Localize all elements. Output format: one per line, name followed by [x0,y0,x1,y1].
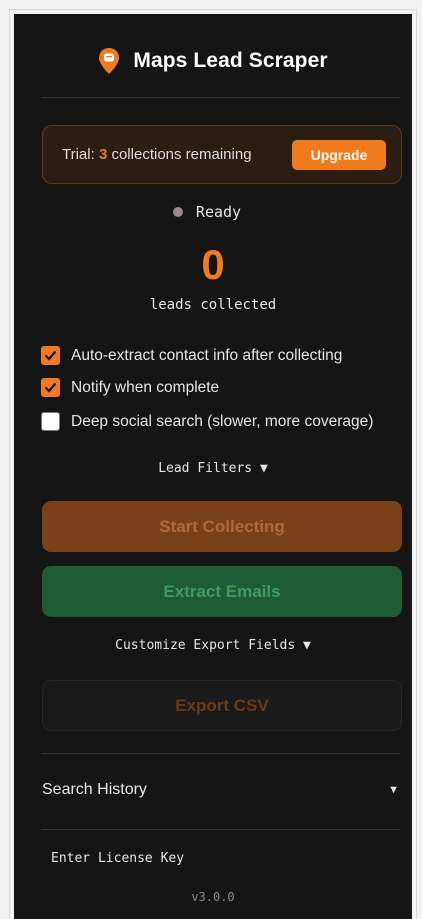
customize-export-fields-toggle[interactable]: Customize Export Fields ▼ [14,638,412,653]
option-auto-extract[interactable]: Auto-extract contact info after collecti… [41,346,342,365]
map-pin-icon [99,48,120,74]
export-csv-button[interactable]: Export CSV [42,680,402,731]
option-label: Notify when complete [71,378,220,396]
checkbox-auto-extract[interactable] [41,346,60,365]
search-history-toggle[interactable]: Search History ▼ [42,778,402,802]
license-key-link[interactable]: Enter License Key [51,851,184,866]
lead-filters-toggle[interactable]: Lead Filters ▼ [14,461,412,476]
trial-text: Trial: 3 collections remaining [62,146,252,163]
option-notify[interactable]: Notify when complete [41,378,219,397]
checkbox-deep-social[interactable] [41,412,60,431]
status-dot-icon [172,207,183,217]
popup-frame: Maps Lead Scraper Trial: 3 collections r… [9,9,417,919]
checkmark-icon [44,350,57,361]
status-text: Ready [195,203,242,221]
extract-emails-button[interactable]: Extract Emails [42,566,402,617]
trial-prefix: Trial: [62,146,99,163]
checkbox-notify[interactable] [41,378,60,397]
chevron-down-icon: ▼ [388,784,399,796]
history-divider [41,753,400,754]
checkmark-icon [44,382,57,393]
option-label: Auto-extract contact info after collecti… [71,346,343,364]
option-label: Deep social search (slower, more coverag… [71,412,374,430]
trial-banner: Trial: 3 collections remaining Upgrade [42,125,402,184]
search-history-label: Search History [42,781,147,798]
lead-count: 0 [201,241,225,288]
trial-suffix: collections remaining [107,146,252,163]
extension-panel: Maps Lead Scraper Trial: 3 collections r… [14,14,412,919]
app-title: Maps Lead Scraper [133,49,328,72]
footer-divider [41,829,400,830]
header-divider [41,97,400,98]
option-deep-social[interactable]: Deep social search (slower, more coverag… [41,412,373,431]
upgrade-button[interactable]: Upgrade [292,139,386,170]
version-label: v3.0.0 [191,890,235,904]
lead-count-caption: leads collected [149,297,277,313]
app-header: Maps Lead Scraper [14,44,412,78]
status-indicator: Ready [14,201,412,223]
start-collecting-button[interactable]: Start Collecting [42,501,402,552]
